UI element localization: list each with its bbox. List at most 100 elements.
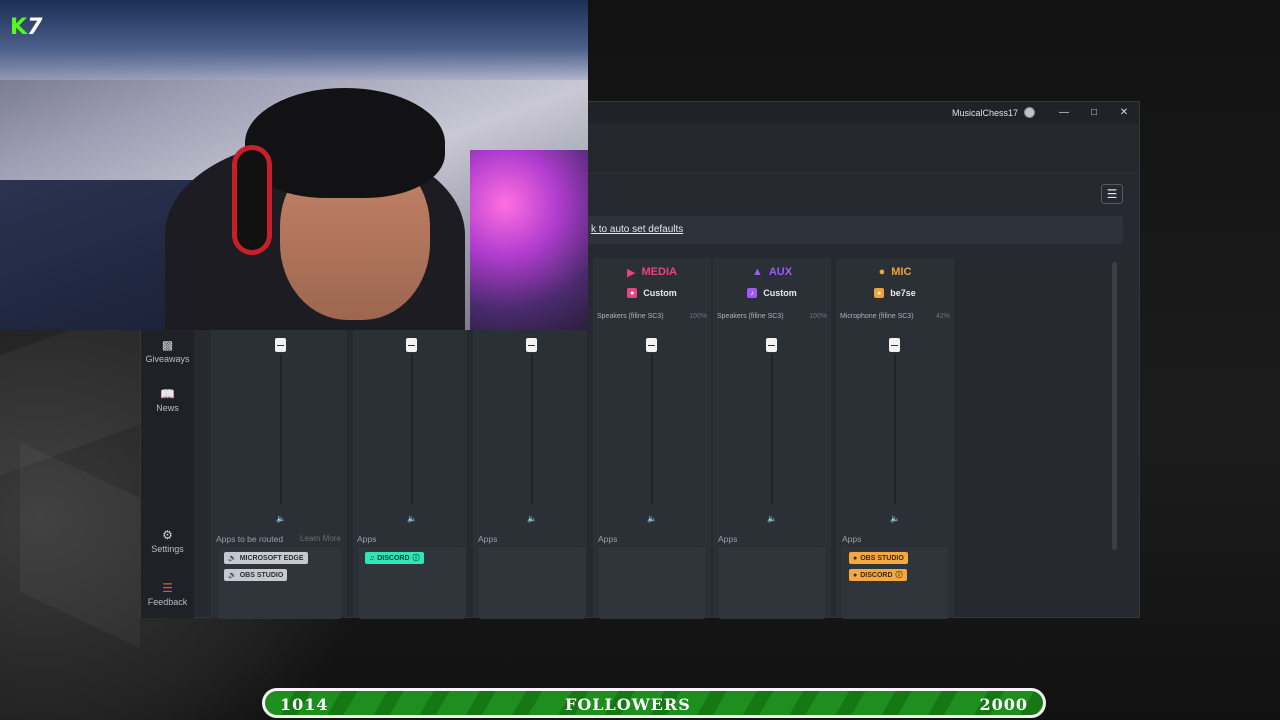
followers-label: FOLLOWERS	[565, 695, 691, 714]
fader-track	[411, 354, 413, 504]
followers-goal: 2000	[979, 695, 1028, 714]
preset-icon: ●	[874, 288, 885, 298]
microphone-icon: ●	[878, 266, 886, 278]
close-icon[interactable]: ✕	[1109, 102, 1139, 123]
speaker-icon[interactable]: 🔈	[890, 514, 900, 523]
sidebar-item-settings[interactable]: ⚙ Settings	[141, 528, 194, 554]
output-device[interactable]: Speakers (fifine SC3) 100%	[597, 313, 707, 320]
apps-label: Apps	[598, 534, 618, 544]
background-facet	[20, 442, 140, 648]
speaker-icon[interactable]: 🔈	[276, 514, 286, 523]
sidebar-item-news[interactable]: 📖 News	[141, 387, 194, 413]
apps-dropzone[interactable]	[599, 547, 705, 619]
auto-set-defaults-link[interactable]: k to auto set defaults	[591, 224, 683, 235]
apps-dropzone[interactable]	[479, 547, 585, 619]
fader-track	[771, 354, 773, 504]
preset-name: Custom	[643, 288, 677, 298]
app-pill[interactable]: ● DISCORD ⓘ	[849, 569, 907, 581]
speaker-icon: 🔊	[228, 555, 237, 562]
sidebar: ▩ Giveaways 📖 News ⚙ Settings ☰ Feedback	[141, 330, 194, 618]
preset-name: be7se	[890, 288, 916, 298]
username: MusicalChess17	[951, 107, 1018, 118]
channel-header: ▶ MEDIA	[593, 258, 711, 286]
feedback-icon: ☰	[162, 581, 173, 595]
apps-label: Apps	[478, 534, 498, 544]
scrollbar[interactable]	[1112, 262, 1117, 550]
info-icon: ⓘ	[895, 572, 903, 579]
shapes-icon: ▲	[751, 266, 763, 278]
webcam-hair	[245, 88, 445, 198]
microphone-icon: ●	[853, 571, 858, 579]
app-pill[interactable]: ♫ DISCORD ⓘ	[365, 552, 424, 564]
device-level: 42%	[935, 313, 950, 320]
apps-label: Apps	[842, 534, 862, 544]
followers-current: 1014	[280, 695, 329, 714]
channel-name: AUX	[768, 266, 793, 278]
pc-case-rgb	[470, 150, 588, 330]
sidebar-item-label: News	[156, 403, 179, 413]
minimize-icon[interactable]: —	[1049, 102, 1079, 123]
fader-track	[651, 354, 653, 504]
sidebar-item-label: Giveaways	[145, 354, 190, 364]
preset-icon: ♪	[747, 288, 758, 298]
speaker-icon[interactable]: 🔈	[767, 514, 777, 523]
webcam-feed	[0, 0, 588, 330]
device-name: Speakers (fifine SC3)	[597, 313, 664, 320]
volume-fader-handle[interactable]	[889, 338, 900, 352]
preset-icon: ●	[627, 288, 638, 298]
app-pill[interactable]: ● OBS STUDIO	[849, 552, 908, 564]
webcam-wall-top	[0, 0, 588, 80]
output-device[interactable]: Speakers (fifine SC3) 100%	[717, 313, 827, 320]
speaker-icon[interactable]: 🔈	[407, 514, 417, 523]
device-name: Microphone (fifine SC3)	[840, 313, 914, 320]
sidebar-item-label: Feedback	[147, 597, 188, 607]
sidebar-item-feedback[interactable]: ☰ Feedback	[141, 581, 194, 607]
channel-name: MIC	[891, 266, 912, 278]
microphone-icon: ●	[853, 554, 858, 562]
channel-header: ● MIC	[836, 258, 954, 286]
play-icon: ▶	[627, 266, 636, 279]
channel-header: ▲ AUX	[713, 258, 831, 286]
gift-icon: ▩	[161, 338, 174, 352]
maximize-icon[interactable]: □	[1079, 102, 1109, 123]
info-icon: ⓘ	[412, 555, 420, 562]
book-icon: 📖	[160, 387, 175, 401]
avatar	[1024, 107, 1035, 118]
volume-fader-handle[interactable]	[766, 338, 777, 352]
device-level: 100%	[689, 313, 707, 320]
speaker-icon: 🔊	[228, 572, 237, 579]
headphones-icon: ♫	[369, 554, 375, 562]
volume-fader-handle[interactable]	[406, 338, 417, 352]
apps-label: Apps to be routed	[216, 534, 284, 544]
fader-track	[894, 354, 896, 504]
preset-selector[interactable]: ♪ Custom	[713, 288, 831, 298]
volume-fader-handle[interactable]	[275, 338, 286, 352]
account-menu[interactable]: MusicalChess17	[952, 107, 1035, 118]
kick-logo: K7	[10, 15, 43, 40]
fader-track	[280, 354, 282, 504]
sidebar-item-giveaways[interactable]: ▩ Giveaways	[141, 338, 194, 364]
preset-name: Custom	[763, 288, 797, 298]
apps-label: Apps	[357, 534, 377, 544]
app-pill[interactable]: 🔊 MICROSOFT EDGE	[224, 552, 308, 564]
fader-track	[531, 354, 533, 504]
learn-more-link[interactable]: Learn More	[300, 534, 341, 543]
speaker-icon[interactable]: 🔈	[647, 514, 657, 523]
device-level: 100%	[809, 313, 827, 320]
hamburger-menu-icon[interactable]: ☰	[1101, 184, 1123, 204]
app-pill[interactable]: 🔊 OBS STUDIO	[224, 569, 288, 581]
followers-goal-bar: 1014 FOLLOWERS 2000	[262, 688, 1046, 718]
headset-icon	[232, 145, 272, 255]
sidebar-item-label: Settings	[151, 544, 184, 554]
apps-label: Apps	[718, 534, 738, 544]
speaker-icon[interactable]: 🔈	[527, 514, 537, 523]
volume-fader-handle[interactable]	[526, 338, 537, 352]
apps-dropzone[interactable]	[719, 547, 825, 619]
channel-name: MEDIA	[641, 266, 677, 278]
preset-selector[interactable]: ● be7se	[836, 288, 954, 298]
device-name: Speakers (fifine SC3)	[717, 313, 784, 320]
volume-fader-handle[interactable]	[646, 338, 657, 352]
input-device[interactable]: Microphone (fifine SC3) 42%	[840, 313, 950, 320]
gear-icon: ⚙	[162, 528, 173, 542]
preset-selector[interactable]: ● Custom	[593, 288, 711, 298]
